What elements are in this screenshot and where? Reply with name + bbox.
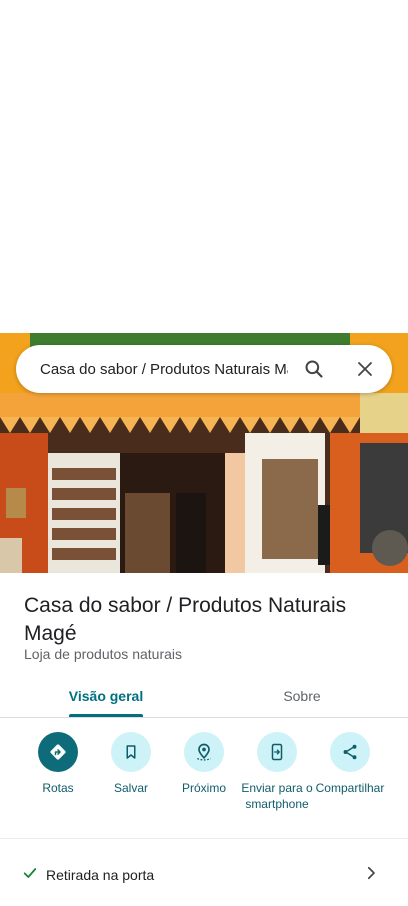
search-input[interactable]: Casa do sabor / Produtos Naturais Magé <box>40 361 288 378</box>
place-category: Loja de produtos naturais <box>24 646 182 662</box>
nearby-icon <box>184 732 224 772</box>
active-tab-indicator <box>69 714 143 717</box>
save-button[interactable]: Salvar <box>92 732 170 796</box>
map-place-page: Casa do sabor / Produtos Naturais Magé C… <box>0 0 408 906</box>
chevron-right-icon[interactable] <box>362 864 380 887</box>
directions-label: Rotas <box>42 781 74 795</box>
directions-icon <box>38 732 78 772</box>
share-label: Compartilhar <box>315 781 385 795</box>
service-option-label: Retirada na porta <box>46 867 155 883</box>
share-button[interactable]: Compartilhar <box>311 732 389 796</box>
send-to-phone-button[interactable]: Enviar para o smartphone <box>238 732 316 812</box>
save-label: Salvar <box>113 781 148 795</box>
directions-button[interactable]: Rotas <box>19 732 97 796</box>
share-icon <box>330 732 370 772</box>
send-to-phone-icon <box>257 732 297 772</box>
place-title: Casa do sabor / Produtos Naturais Magé <box>24 594 347 645</box>
nearby-label: Próximo <box>181 781 226 795</box>
divider <box>0 838 408 839</box>
nearby-button[interactable]: Próximo <box>165 732 243 796</box>
bookmark-icon <box>111 732 151 772</box>
tab-about[interactable]: Sobre <box>240 674 364 718</box>
close-icon[interactable] <box>353 357 377 381</box>
check-icon <box>22 865 38 886</box>
search-icon[interactable] <box>302 357 326 381</box>
tab-overview[interactable]: Visão geral <box>44 674 168 718</box>
tab-bar: Visão geral Sobre <box>0 674 408 718</box>
send-to-phone-label: Enviar para o smartphone <box>241 781 313 811</box>
service-option-row[interactable]: Retirada na porta <box>0 850 408 900</box>
search-bar[interactable]: Casa do sabor / Produtos Naturais Magé <box>16 345 392 393</box>
